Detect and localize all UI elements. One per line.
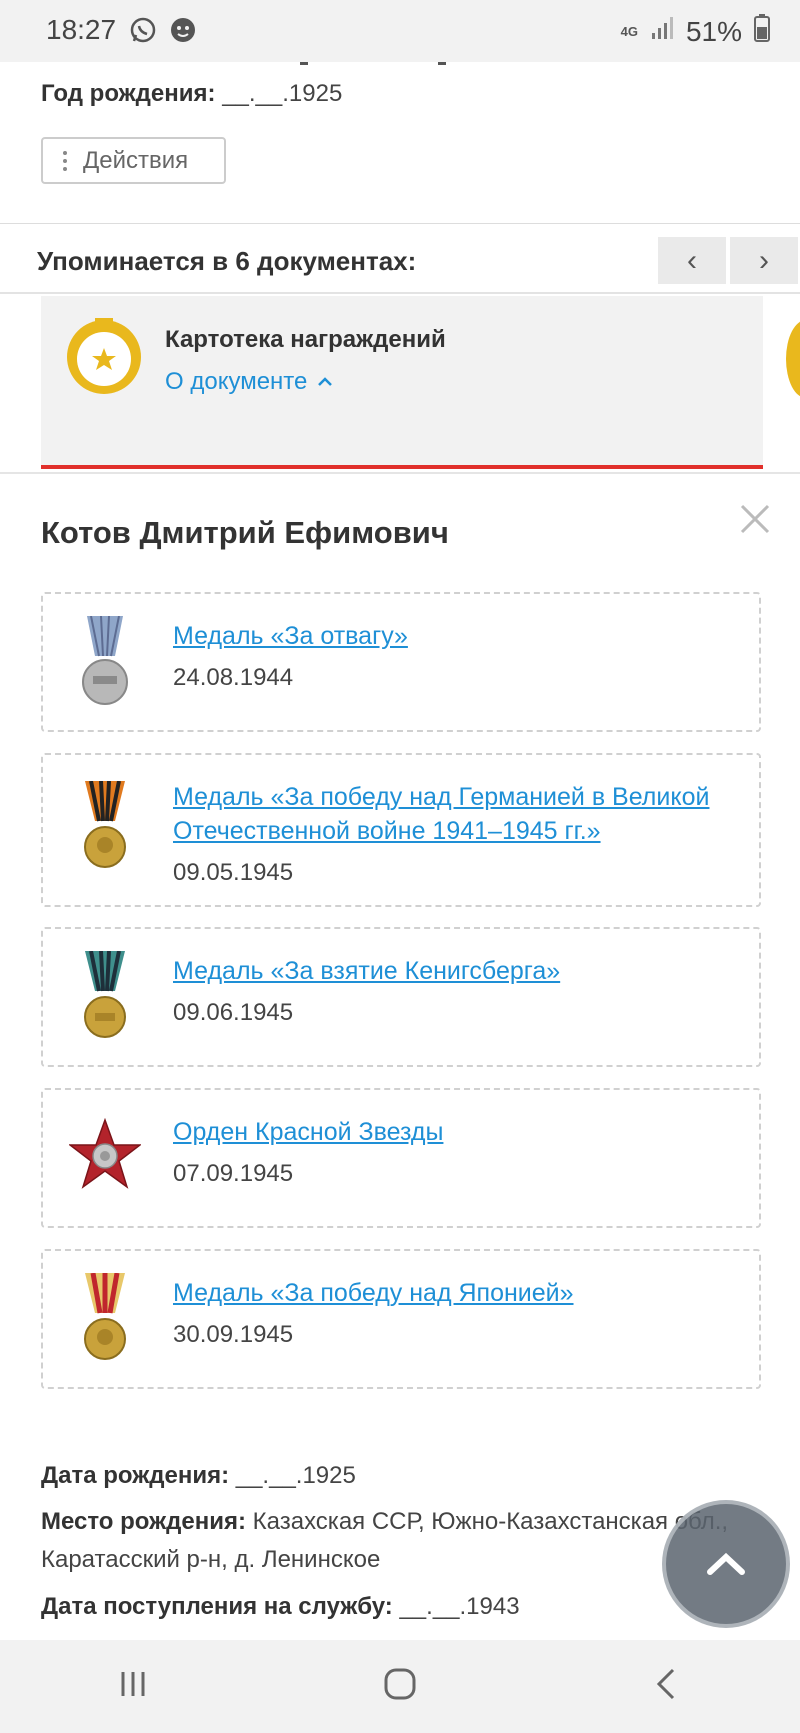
- award-date: 07.09.1945: [173, 1160, 294, 1187]
- birth-year-label: Год рождения:: [41, 80, 216, 107]
- award-item: Орден Красной Звезды 07.09.1945: [41, 1088, 761, 1228]
- order-red-star-icon: [69, 1118, 141, 1189]
- recent-apps-button[interactable]: [113, 1664, 153, 1709]
- status-bar: 18:27 4G 51%: [0, 0, 800, 62]
- birth-year-value: __.__.1925: [222, 80, 343, 107]
- chevron-up-icon: [318, 377, 333, 386]
- divider: [0, 472, 800, 474]
- birth-date-value: __.__.1925: [235, 1462, 356, 1489]
- award-name[interactable]: Медаль «За взятие Кенигсберга»: [173, 954, 733, 988]
- service-start-label: Дата поступления на службу:: [41, 1593, 393, 1620]
- actions-label: Действия: [83, 146, 189, 174]
- award-name[interactable]: Орден Красной Звезды: [173, 1115, 733, 1149]
- next-document-button[interactable]: ›: [730, 237, 798, 284]
- birth-year: Год рождения: __.__.1925: [41, 80, 342, 108]
- close-icon[interactable]: [738, 502, 772, 536]
- whatsapp-icon: [128, 15, 158, 50]
- award-item: Медаль «За победу над Германией в Велико…: [41, 753, 761, 907]
- chevron-right-icon: ›: [759, 243, 769, 277]
- about-document-label: О документе: [165, 368, 308, 395]
- birth-date: Дата рождения: __.__.1925: [41, 1457, 761, 1495]
- medal-for-courage-icon: [82, 616, 128, 705]
- battery-icon: [754, 14, 770, 49]
- shield-app-icon: [168, 15, 198, 50]
- home-icon: [384, 1668, 416, 1700]
- person-name: Котов Дмитрий Ефимович: [41, 515, 449, 550]
- award-item: Медаль «За победу над Японией» 30.09.194…: [41, 1249, 761, 1389]
- award-name[interactable]: Медаль «За отвагу»: [173, 619, 733, 653]
- home-button[interactable]: [380, 1664, 420, 1709]
- birth-place-label: Место рождения:: [41, 1508, 246, 1535]
- back-icon: [656, 1668, 674, 1700]
- mentions-title: Упоминается в 6 документах:: [37, 246, 417, 276]
- award-medal-icon: [67, 318, 141, 394]
- network-type: 4G: [620, 23, 638, 39]
- signal-icon: [650, 15, 674, 48]
- android-navigation-bar: [0, 1640, 800, 1733]
- prev-document-button[interactable]: ‹: [658, 237, 726, 284]
- award-name[interactable]: Медаль «За победу над Германией в Велико…: [173, 780, 733, 848]
- award-name[interactable]: Медаль «За победу над Японией»: [173, 1276, 733, 1310]
- award-date: 30.09.1945: [173, 1321, 294, 1348]
- award-date: 09.05.1945: [173, 859, 294, 886]
- more-vertical-icon: [63, 150, 67, 171]
- document-title: Картотека награждений: [165, 326, 446, 353]
- next-document-peek[interactable]: [786, 320, 800, 398]
- battery-level: 51%: [685, 15, 742, 47]
- back-button[interactable]: [647, 1664, 687, 1709]
- award-item: Медаль «За отвагу» 24.08.1944: [41, 592, 761, 732]
- medal-victory-japan-icon: [84, 1273, 126, 1360]
- about-document-link[interactable]: О документе: [165, 368, 333, 396]
- status-time: 18:27: [46, 14, 117, 45]
- service-start: Дата поступления на службу: __.__.1943: [41, 1588, 761, 1626]
- chevron-left-icon: ‹: [687, 243, 697, 277]
- document-card[interactable]: Картотека награждений О документе: [41, 296, 763, 469]
- award-date: 09.06.1945: [173, 999, 294, 1026]
- recent-apps-icon: [121, 1672, 145, 1696]
- award-item: Медаль «За взятие Кенигсберга» 09.06.194…: [41, 927, 761, 1067]
- medal-koenigsberg-icon: [84, 951, 126, 1038]
- service-start-value: __.__.1943: [399, 1593, 520, 1620]
- medal-victory-germany-icon: [84, 781, 126, 868]
- birth-date-label: Дата рождения:: [41, 1462, 230, 1489]
- scroll-to-top-button[interactable]: [662, 1500, 790, 1628]
- actions-button[interactable]: Действия: [41, 137, 226, 184]
- chevron-up-icon: [707, 1552, 745, 1575]
- mentions-bar: Упоминается в 6 документах: ‹ ›: [0, 226, 800, 294]
- award-date: 24.08.1944: [173, 664, 294, 691]
